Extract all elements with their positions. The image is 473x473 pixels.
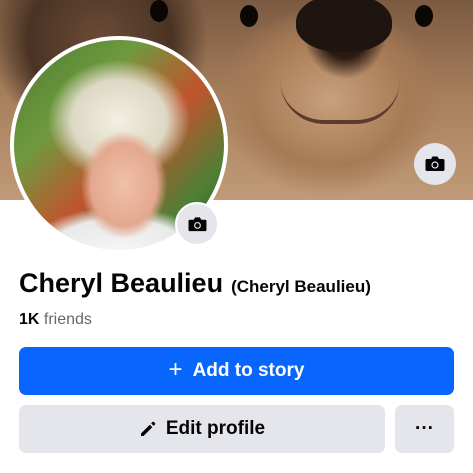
otter-eye [240, 5, 258, 27]
profile-name-row: Cheryl Beaulieu (Cheryl Beaulieu) [19, 268, 459, 299]
profile-alternate-name: (Cheryl Beaulieu) [231, 277, 371, 296]
add-to-story-button[interactable]: + Add to story [19, 347, 454, 395]
pencil-icon [140, 421, 156, 436]
friends-count-label: friends [43, 311, 92, 328]
more-icon: ··· [415, 418, 434, 439]
camera-icon [425, 156, 445, 171]
otter-eye [150, 0, 168, 22]
otter-mouth [280, 80, 400, 124]
friends-count[interactable]: 1K friends [19, 311, 92, 329]
camera-icon [188, 216, 206, 231]
more-options-button[interactable]: ··· [395, 405, 454, 453]
edit-profile-picture-button[interactable] [175, 202, 219, 246]
plus-icon: + [168, 356, 183, 383]
edit-cover-photo-button[interactable] [414, 143, 456, 185]
friends-count-value: 1K [19, 311, 40, 328]
otter-eye [415, 5, 433, 27]
add-to-story-label: Add to story [192, 360, 305, 381]
profile-name: Cheryl Beaulieu [19, 268, 224, 298]
edit-profile-label: Edit profile [165, 418, 266, 439]
edit-profile-button[interactable]: Edit profile [19, 405, 385, 453]
otter-nose [296, 0, 392, 52]
